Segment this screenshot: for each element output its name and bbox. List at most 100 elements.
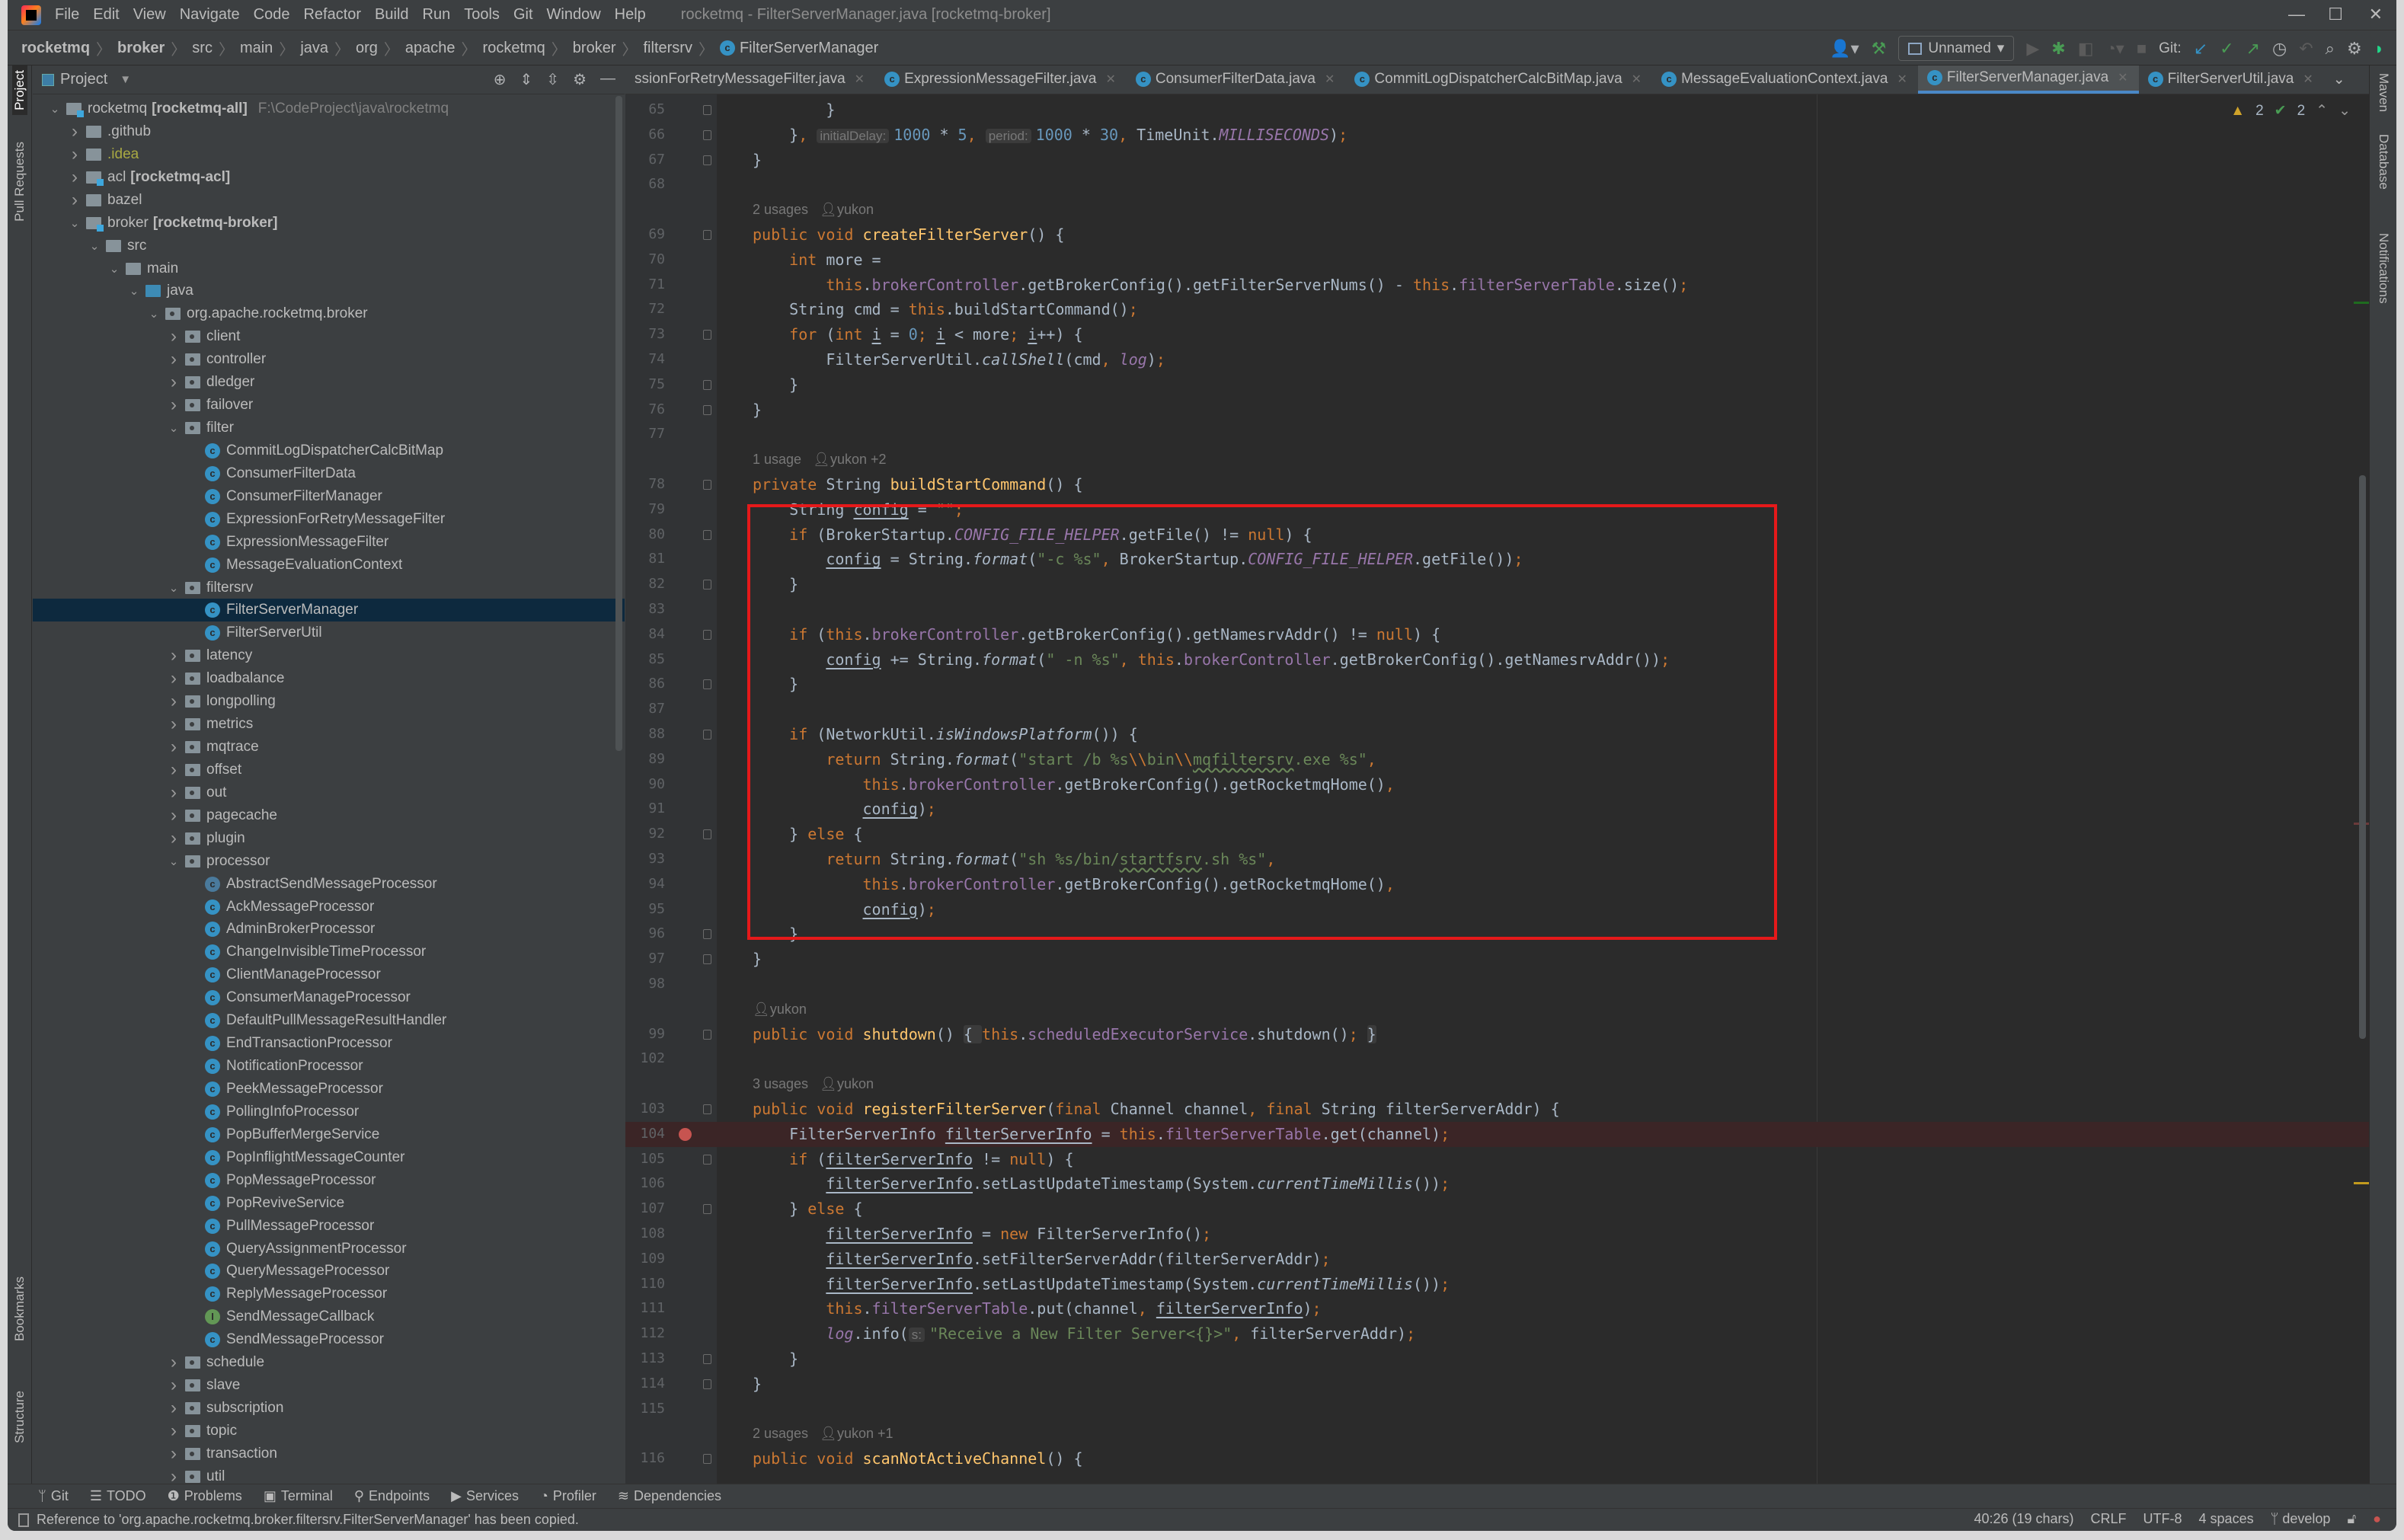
status-panel-icon[interactable] (18, 1513, 29, 1527)
tree-item-sendmessageprocessor[interactable]: c SendMessageProcessor (33, 1328, 625, 1351)
menu-refactor[interactable]: Refactor (303, 6, 361, 24)
chevron-right-icon[interactable]: › (167, 1466, 181, 1484)
tree-item-commitlogdispatchercalcbitmap[interactable]: c CommitLogDispatcherCalcBitMap (33, 439, 625, 462)
chevron-right-icon[interactable]: › (68, 190, 82, 211)
tool-bookmarks[interactable]: Bookmarks (12, 1276, 27, 1341)
chevron-right-icon[interactable]: › (167, 372, 181, 393)
code-line[interactable]: 111 this.filterServerTable.put(channel, … (625, 1296, 2369, 1321)
tree-item-client[interactable]: › client (33, 325, 625, 348)
code-line[interactable]: 99 public void shutdown() { this.schedule… (625, 1022, 2369, 1047)
tree-item-pullmessageprocessor[interactable]: c PullMessageProcessor (33, 1215, 625, 1238)
tree-item-dledger[interactable]: › dledger (33, 371, 625, 394)
line-number[interactable]: 84 (625, 622, 665, 647)
tree-item-acl[interactable]: › acl [rocketmq-acl] (33, 166, 625, 189)
tree-item-transaction[interactable]: › transaction (33, 1443, 625, 1465)
chevron-right-icon[interactable]: › (167, 645, 181, 666)
tree-item-controller[interactable]: › controller (33, 348, 625, 371)
tree-item-processor[interactable]: ⌄ processor (33, 850, 625, 873)
tree-item-abstractsendmessageprocessor[interactable]: c AbstractSendMessageProcessor (33, 873, 625, 896)
rollback-icon[interactable]: ↶ (2299, 39, 2313, 59)
editor-tab[interactable]: c FilterServerUtil.java ✕ (2139, 65, 2324, 94)
breadcrumb-item[interactable]: broker (117, 40, 165, 57)
fold-marker-icon[interactable] (703, 1104, 711, 1114)
breadcrumb-item[interactable]: main (240, 40, 273, 57)
code-line[interactable]: 77 (625, 422, 2369, 447)
chevron-right-icon[interactable]: › (167, 805, 181, 826)
fold-marker-icon[interactable] (703, 1454, 711, 1465)
project-title[interactable]: Project (60, 71, 107, 88)
code-line[interactable]: 114} (625, 1372, 2369, 1397)
tool-todo[interactable]: ☰ TODO (90, 1488, 146, 1504)
tree-item-defaultpullmessageresulthandler[interactable]: c DefaultPullMessageResultHandler (33, 1009, 625, 1032)
line-number[interactable]: 111 (625, 1296, 665, 1321)
line-number[interactable]: 112 (625, 1321, 665, 1347)
close-tab-icon[interactable]: ✕ (855, 72, 865, 87)
tree-item-longpolling[interactable]: › longpolling (33, 690, 625, 713)
tree-item-org-apache-rocketmq-broker[interactable]: ⌄ org.apache.rocketmq.broker (33, 302, 625, 325)
code-line[interactable]: 108 filterServerInfo = new FilterServerI… (625, 1222, 2369, 1247)
author-hint[interactable]: yukon (837, 202, 874, 217)
code-line[interactable]: 105 if (filterServerInfo != null) { (625, 1147, 2369, 1172)
line-number[interactable]: 69 (625, 222, 665, 248)
code-line[interactable]: 97} (625, 947, 2369, 972)
code-line[interactable]: 98 (625, 972, 2369, 997)
code-line[interactable]: 107 } else { (625, 1197, 2369, 1222)
breadcrumb-item[interactable]: src (192, 40, 213, 57)
code-line[interactable]: 67} (625, 148, 2369, 173)
line-number[interactable]: 67 (625, 148, 665, 173)
chevron-right-icon[interactable]: › (167, 1420, 181, 1442)
tool-structure[interactable]: Structure (12, 1391, 27, 1443)
line-number[interactable]: 65 (625, 97, 665, 123)
previous-highlight-icon[interactable]: ⌃ (2316, 102, 2328, 120)
line-number[interactable]: 102 (625, 1046, 665, 1072)
line-number[interactable]: 77 (625, 422, 665, 447)
line-number[interactable]: 104 (625, 1122, 665, 1147)
code-line[interactable]: 76} (625, 398, 2369, 423)
hide-icon[interactable]: — (600, 70, 615, 89)
user-icon[interactable]: 👤▾ (1830, 39, 1859, 59)
tree-item-broker[interactable]: ⌄ broker [rocketmq-broker] (33, 212, 625, 235)
code-line[interactable]: 74 FilterServerUtil.callShell(cmd, log); (625, 347, 2369, 372)
tree-item-main[interactable]: ⌄ main (33, 257, 625, 280)
line-number[interactable]: 98 (625, 972, 665, 997)
tree-item-filterserverutil[interactable]: c FilterServerUtil (33, 621, 625, 644)
chevron-right-icon[interactable]: › (167, 349, 181, 370)
tree-item-sendmessagecallback[interactable]: I SendMessageCallback (33, 1305, 625, 1328)
tab-more-options-icon[interactable]: ⋮ (2356, 65, 2369, 94)
chevron-right-icon[interactable]: › (68, 144, 82, 165)
build-hammer-icon[interactable]: ⚒ (1872, 39, 1887, 59)
tree-item-filterservermanager[interactable]: c FilterServerManager (33, 599, 625, 622)
tree-item-ackmessageprocessor[interactable]: c AckMessageProcessor (33, 896, 625, 919)
code-vision[interactable]: 👤︎yukon (753, 997, 807, 1022)
breadcrumb-item[interactable]: broker (573, 40, 616, 57)
tree-item--idea[interactable]: › .idea (33, 143, 625, 166)
fold-marker-icon[interactable] (703, 1154, 711, 1165)
author-hint[interactable]: yukon +2 (830, 452, 887, 467)
menu-git[interactable]: Git (513, 6, 533, 24)
fold-marker-icon[interactable] (703, 954, 711, 965)
chevron-down-icon[interactable]: ⌄ (88, 239, 101, 253)
editor-tab[interactable]: c ExpressionMessageFilter.java ✕ (875, 65, 1127, 94)
chevron-down-icon[interactable]: ⌄ (68, 216, 82, 230)
menu-help[interactable]: Help (615, 6, 646, 24)
code-with-me-icon[interactable]: ◗ (2374, 39, 2384, 59)
tree-item--github[interactable]: › .github (33, 120, 625, 143)
tree-item-consumerfilterdata[interactable]: c ConsumerFilterData (33, 462, 625, 485)
chevron-right-icon[interactable]: › (167, 736, 181, 758)
fold-marker-icon[interactable] (703, 330, 711, 340)
line-number[interactable]: 70 (625, 248, 665, 273)
close-tab-icon[interactable]: ✕ (1897, 72, 1907, 87)
breadcrumb-item[interactable]: java (300, 40, 328, 57)
tool-maven[interactable]: Maven (2376, 73, 2391, 112)
tree-item-peekmessageprocessor[interactable]: c PeekMessageProcessor (33, 1078, 625, 1101)
chevron-down-icon[interactable]: ⌄ (48, 102, 62, 116)
line-number[interactable]: 107 (625, 1197, 665, 1222)
tree-item-rocketmq[interactable]: ⌄ rocketmq [rocketmq-all] F:\CodeProject\ja… (33, 97, 625, 120)
breadcrumb-item[interactable]: apache (405, 40, 456, 57)
chevron-down-icon[interactable]: ⌄ (167, 581, 181, 595)
tree-item-consumermanageprocessor[interactable]: c ConsumerManageProcessor (33, 986, 625, 1009)
code-line[interactable]: 73 for (int i = 0; i < more; i++) { (625, 322, 2369, 347)
tool-endpoints[interactable]: ⚲ Endpoints (354, 1488, 430, 1504)
fold-marker-icon[interactable] (703, 829, 711, 840)
tree-item-latency[interactable]: › latency (33, 644, 625, 667)
